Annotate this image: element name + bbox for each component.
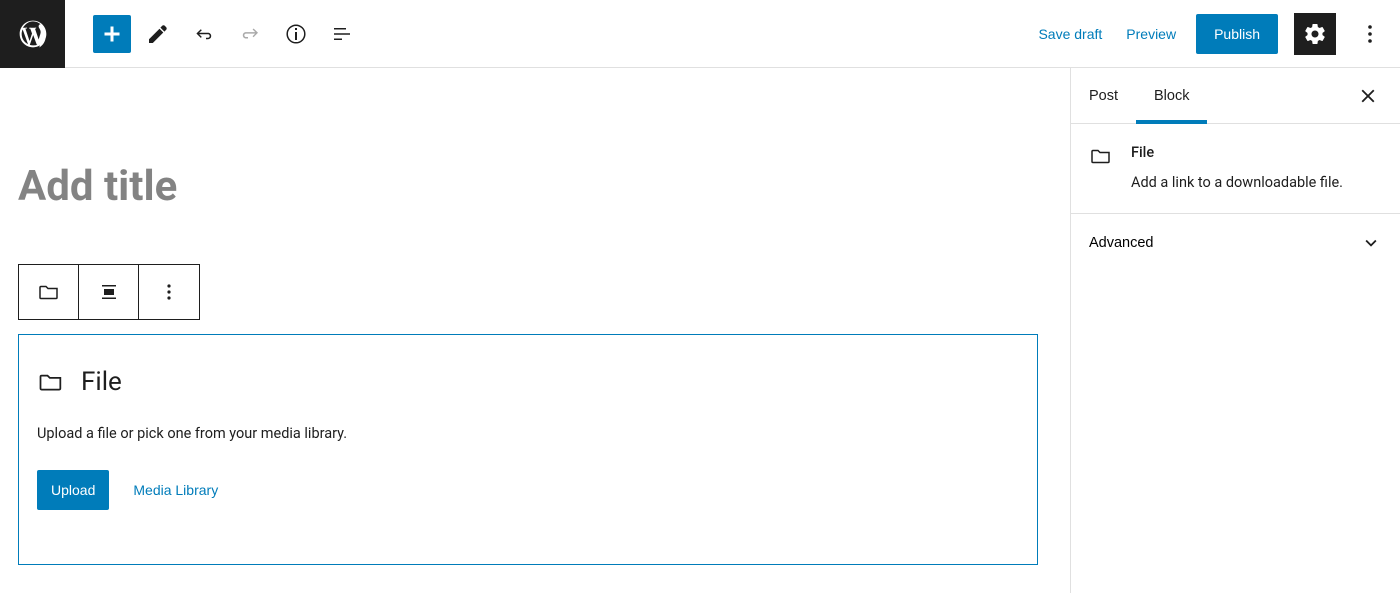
save-draft-button[interactable]: Save draft: [1034, 18, 1106, 50]
advanced-label: Advanced: [1089, 235, 1154, 251]
block-type-button[interactable]: [19, 265, 79, 319]
folder-icon: [37, 280, 61, 304]
sidebar-tabs: Post Block: [1071, 68, 1400, 124]
list-icon: [330, 22, 354, 46]
undo-icon: [192, 22, 216, 46]
file-block[interactable]: File Upload a file or pick one from your…: [18, 334, 1038, 565]
block-more-button[interactable]: [139, 265, 199, 319]
file-block-actions: Upload Media Library: [37, 470, 1019, 510]
block-toolbar: [18, 264, 200, 320]
file-block-description: Upload a file or pick one from your medi…: [37, 425, 1019, 442]
dots-vertical-icon: [157, 280, 181, 304]
block-description: Add a link to a downloadable file.: [1131, 173, 1343, 193]
toolbar-buttons: [93, 15, 361, 53]
block-name: File: [1131, 144, 1343, 161]
upload-button[interactable]: Upload: [37, 470, 109, 510]
post-title-placeholder[interactable]: Add title: [18, 162, 177, 211]
outline-button[interactable]: [323, 15, 361, 53]
folder-icon: [37, 368, 65, 396]
info-icon: [284, 22, 308, 46]
folder-icon: [1089, 144, 1113, 168]
wordpress-icon: [17, 18, 49, 50]
toolbar-right: Save draft Preview Publish: [1034, 13, 1400, 55]
editor-canvas: Add title File Upload a file or pick one…: [0, 68, 1070, 593]
advanced-accordion[interactable]: Advanced: [1071, 214, 1400, 272]
redo-button[interactable]: [231, 15, 269, 53]
dots-vertical-icon: [1358, 22, 1382, 46]
add-block-button[interactable]: [93, 15, 131, 53]
block-info: File Add a link to a downloadable file.: [1089, 144, 1382, 193]
plus-icon: [100, 22, 124, 46]
publish-button[interactable]: Publish: [1196, 14, 1278, 54]
main-area: Add title File Upload a file or pick one…: [0, 68, 1400, 593]
settings-button[interactable]: [1294, 13, 1336, 55]
block-align-button[interactable]: [79, 265, 139, 319]
preview-button[interactable]: Preview: [1122, 18, 1180, 50]
tab-block[interactable]: Block: [1136, 68, 1207, 123]
redo-icon: [238, 22, 262, 46]
top-toolbar: Save draft Preview Publish: [0, 0, 1400, 68]
block-info-text: File Add a link to a downloadable file.: [1131, 144, 1343, 193]
close-icon: [1357, 85, 1379, 107]
file-block-title: File: [81, 367, 122, 397]
close-sidebar-button[interactable]: [1344, 72, 1392, 120]
toolbar-left: [0, 0, 361, 67]
chevron-down-icon: [1360, 232, 1382, 254]
undo-button[interactable]: [185, 15, 223, 53]
gear-icon: [1303, 22, 1327, 46]
info-button[interactable]: [277, 15, 315, 53]
more-options-button[interactable]: [1352, 16, 1388, 52]
settings-sidebar: Post Block File Add a link to a download…: [1070, 68, 1400, 593]
align-icon: [97, 280, 121, 304]
edit-button[interactable]: [139, 15, 177, 53]
block-info-section: File Add a link to a downloadable file.: [1071, 124, 1400, 214]
file-block-header: File: [37, 367, 1019, 397]
wordpress-logo[interactable]: [0, 0, 65, 68]
pencil-icon: [146, 22, 170, 46]
tab-post[interactable]: Post: [1071, 68, 1136, 123]
media-library-button[interactable]: Media Library: [133, 482, 218, 498]
